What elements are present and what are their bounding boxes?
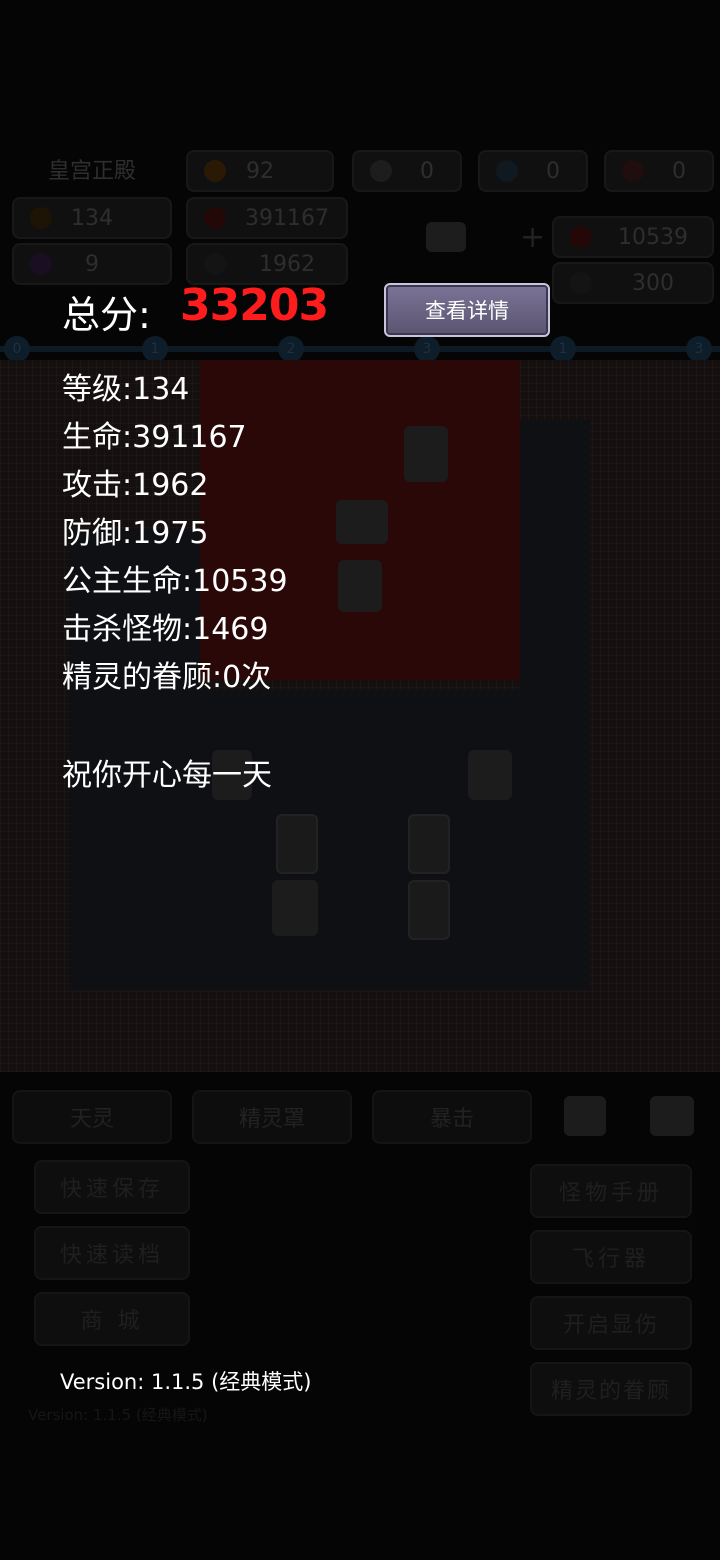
total-score-value: 33203 [180, 280, 329, 331]
location-label: 皇宫正殿 [47, 159, 136, 184]
background-version-label: Version: 1.1.5 (经典模式) [28, 1406, 208, 1424]
attack-stat: 1962 [186, 243, 348, 285]
version-label: Version: 1.1.5 (经典模式) [60, 1370, 312, 1394]
stats-list: 等级:134 生命:391167 攻击:1962 防御:1975 公主生命:10… [62, 364, 288, 700]
crown-icon [30, 207, 52, 229]
stat-attack: 攻击:1962 [62, 468, 209, 503]
view-details-label: 查看详情 [425, 299, 509, 323]
floor-node: 1 [142, 336, 168, 362]
shop-button[interactable]: 商 城 [34, 1292, 190, 1346]
stat-fairy-blessing: 精灵的眷顾:0次 [62, 660, 272, 695]
show-damage-button[interactable]: 开启显伤 [530, 1296, 692, 1350]
skill-crit-button[interactable]: 暴击 [372, 1090, 532, 1144]
location-title: 皇宫正殿 [12, 150, 172, 188]
defense-stat: 300 [552, 262, 714, 304]
skill-fairy-shield-button[interactable]: 精灵罩 [192, 1090, 352, 1144]
gem-icon [30, 253, 52, 275]
hero-sprite [338, 560, 382, 612]
plus-icon: + [520, 220, 546, 255]
sword-icon [204, 253, 226, 275]
quick-save-button[interactable]: 快速保存 [34, 1160, 190, 1214]
key-icon [370, 160, 392, 182]
bag-icon[interactable] [564, 1096, 606, 1136]
blessing-message: 祝你开心每一天 [62, 758, 272, 793]
fairy-sprite [336, 500, 388, 544]
total-score-label: 总分: [62, 293, 151, 337]
floor-node: 0 [4, 336, 30, 362]
skill-tianling-button[interactable]: 天灵 [12, 1090, 172, 1144]
stat-hp: 生命:391167 [62, 420, 247, 455]
stat-princess-hp: 公主生命:10539 [62, 564, 288, 599]
floor-region [200, 690, 520, 990]
monster-handbook-button[interactable]: 怪物手册 [530, 1164, 692, 1218]
heart-icon [204, 207, 226, 229]
floor-node: 3 [414, 336, 440, 362]
flyer-button[interactable]: 飞行器 [530, 1230, 692, 1284]
monster-sprite [272, 880, 318, 936]
floor-progress-track [0, 346, 720, 352]
king-sprite [404, 426, 448, 482]
floor-node: 3 [686, 336, 712, 362]
coin-icon [204, 160, 226, 182]
shield-icon [570, 272, 592, 294]
princess-hp-stat: 10539 [552, 216, 714, 258]
pillar [408, 814, 450, 874]
chest-icon[interactable] [650, 1096, 694, 1136]
heart-icon [570, 226, 592, 248]
floor-node: 2 [278, 336, 304, 362]
pillar [408, 880, 450, 940]
monster-sprite [468, 750, 512, 800]
gem-stat: 9 [12, 243, 172, 285]
level-stat: 134 [12, 197, 172, 239]
blue-key-stat: 0 [478, 150, 588, 192]
floor-region [520, 420, 590, 990]
fairy-icon [426, 222, 466, 252]
stat-level: 等级:134 [62, 372, 190, 407]
pillar [276, 814, 318, 874]
stat-defense: 防御:1975 [62, 516, 209, 551]
floor-node: 1 [550, 336, 576, 362]
view-details-button[interactable]: 查看详情 [384, 283, 550, 337]
quick-load-button[interactable]: 快速读档 [34, 1226, 190, 1280]
hp-stat: 391167 [186, 197, 348, 239]
stat-monsters-killed: 击杀怪物:1469 [62, 612, 269, 647]
key-icon [496, 160, 518, 182]
yellow-key-stat: 0 [352, 150, 462, 192]
fairy-blessing-button[interactable]: 精灵的眷顾 [530, 1362, 692, 1416]
gold-stat: 92 [186, 150, 334, 192]
key-icon [622, 160, 644, 182]
red-key-stat: 0 [604, 150, 714, 192]
